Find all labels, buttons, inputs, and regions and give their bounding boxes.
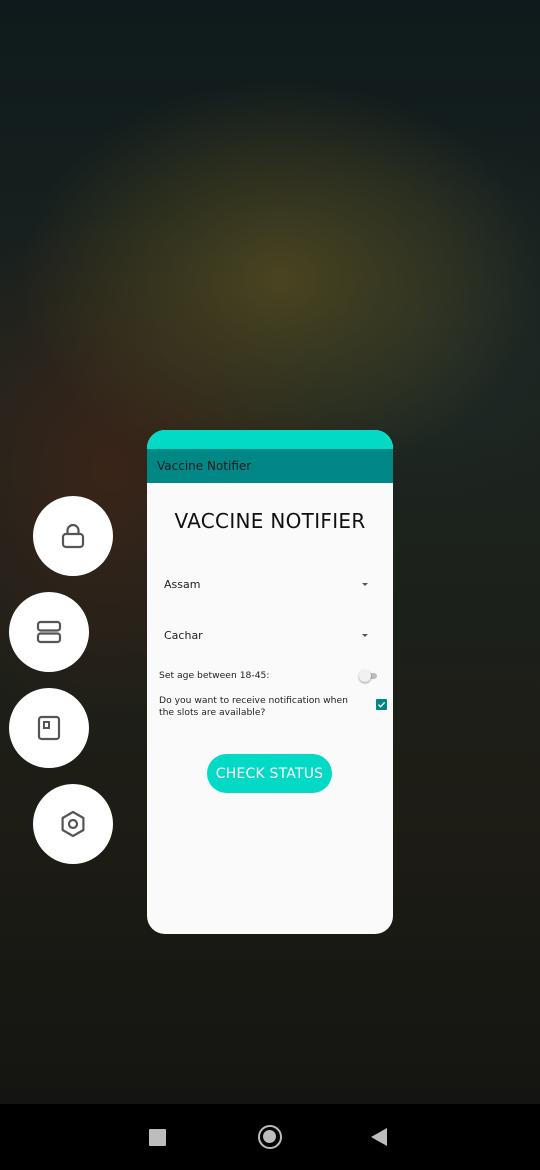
recents-icon[interactable] (149, 1129, 166, 1146)
dropdown-arrow-icon (362, 633, 368, 637)
state-spinner-value: Assam (164, 577, 201, 591)
notify-checkbox-label: Do you want to receive notification when… (159, 695, 348, 718)
home-icon[interactable] (258, 1125, 282, 1149)
lock-app-button[interactable] (33, 496, 113, 576)
app-content: VACCINE NOTIFIER Assam Cachar Set age be… (147, 483, 393, 934)
app-settings-icon (61, 810, 85, 838)
checkmark-icon (378, 701, 386, 708)
age-toggle-label: Set age between 18-45: (159, 670, 270, 681)
check-status-button[interactable]: CHECK STATUS (207, 754, 332, 793)
dropdown-arrow-icon (362, 582, 368, 586)
page-title: VACCINE NOTIFIER (174, 509, 366, 533)
navigation-bar (0, 1104, 540, 1170)
notify-checkbox[interactable] (376, 699, 387, 710)
small-window-button[interactable] (9, 688, 89, 768)
age-toggle-switch[interactable] (359, 670, 379, 682)
app-settings-button[interactable] (33, 784, 113, 864)
small-window-icon (37, 715, 61, 741)
split-screen-button[interactable] (9, 592, 89, 672)
state-spinner[interactable]: Assam (164, 571, 374, 597)
split-screen-icon (36, 620, 62, 644)
lock-icon (61, 523, 85, 549)
app-toolbar: Vaccine Notifier (147, 449, 393, 483)
toolbar-title: Vaccine Notifier (157, 459, 252, 473)
status-bar (147, 430, 393, 449)
district-spinner[interactable]: Cachar (164, 622, 374, 648)
vaccine-notifier-app-card[interactable]: Vaccine Notifier VACCINE NOTIFIER Assam … (147, 430, 393, 934)
district-spinner-value: Cachar (164, 628, 203, 642)
back-icon[interactable] (371, 1128, 387, 1146)
